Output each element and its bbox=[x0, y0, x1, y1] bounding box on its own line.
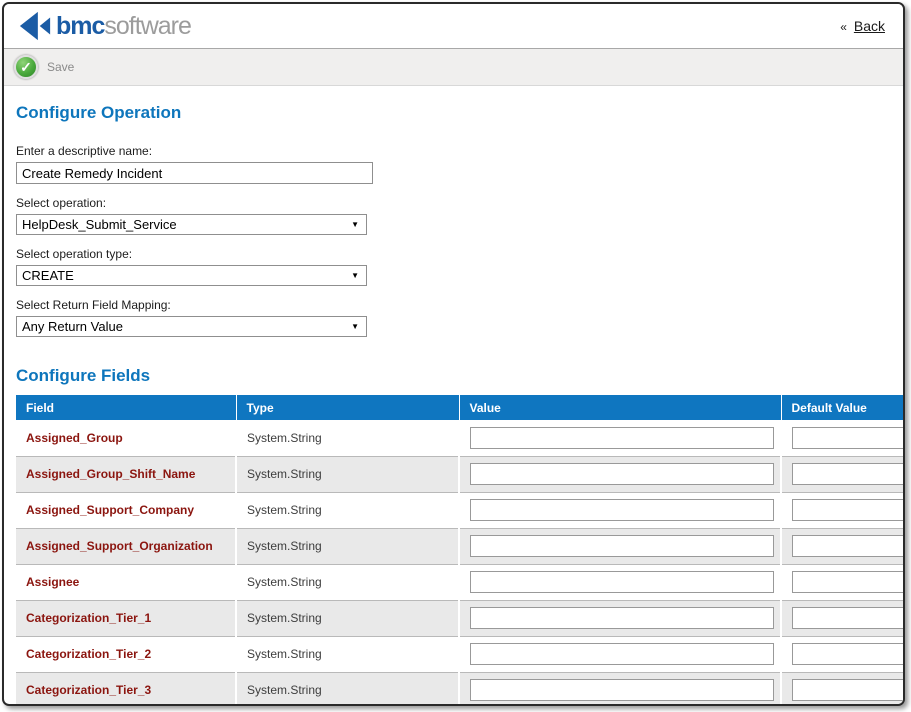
value-input[interactable] bbox=[470, 643, 774, 665]
select-operation-value: HelpDesk_Submit_Service bbox=[22, 217, 177, 232]
select-operation-type-dropdown[interactable]: CREATE ▼ bbox=[16, 265, 367, 286]
descriptive-name-label: Enter a descriptive name: bbox=[16, 144, 903, 158]
field-type: System.String bbox=[236, 672, 459, 706]
save-button-label: Save bbox=[47, 60, 74, 74]
default-value-input[interactable] bbox=[792, 607, 905, 629]
field-name: Categorization_Tier_2 bbox=[16, 636, 236, 672]
field-type: System.String bbox=[236, 564, 459, 600]
bmc-logo: bmcsoftware bbox=[18, 9, 191, 43]
return-field-mapping-group: Select Return Field Mapping: Any Return … bbox=[16, 298, 903, 337]
back-link[interactable]: Back bbox=[854, 18, 885, 34]
default-value-input[interactable] bbox=[792, 679, 905, 701]
field-name: Assignee bbox=[16, 564, 236, 600]
return-field-mapping-label: Select Return Field Mapping: bbox=[16, 298, 903, 312]
table-header-row: Field Type Value Default Value bbox=[16, 395, 905, 420]
select-operation-type-value: CREATE bbox=[22, 268, 74, 283]
page-content: Configure Operation Enter a descriptive … bbox=[4, 103, 903, 706]
table-row: Assigned_Support_Company System.String bbox=[16, 492, 905, 528]
default-value-input[interactable] bbox=[792, 499, 905, 521]
column-header-value: Value bbox=[459, 395, 781, 420]
back-nav: « Back bbox=[840, 18, 885, 34]
toolbar: ✓ Save bbox=[4, 48, 903, 86]
value-input[interactable] bbox=[470, 607, 774, 629]
value-input[interactable] bbox=[470, 679, 774, 701]
select-operation-label: Select operation: bbox=[16, 196, 903, 210]
save-check-icon: ✓ bbox=[14, 55, 38, 79]
field-type: System.String bbox=[236, 528, 459, 564]
configure-fields-table: Field Type Value Default Value Assigned_… bbox=[16, 395, 905, 706]
select-operation-dropdown[interactable]: HelpDesk_Submit_Service ▼ bbox=[16, 214, 367, 235]
value-input[interactable] bbox=[470, 463, 774, 485]
field-name: Assigned_Group_Shift_Name bbox=[16, 456, 236, 492]
field-type: System.String bbox=[236, 492, 459, 528]
table-row: Assignee System.String bbox=[16, 564, 905, 600]
brand-name-bold: bmc bbox=[56, 12, 104, 41]
column-header-field: Field bbox=[16, 395, 236, 420]
bmc-chevron-icon bbox=[18, 9, 52, 43]
field-name: Assigned_Support_Organization bbox=[16, 528, 236, 564]
return-field-mapping-dropdown[interactable]: Any Return Value ▼ bbox=[16, 316, 367, 337]
app-header: bmcsoftware « Back bbox=[4, 4, 903, 48]
save-button[interactable]: ✓ Save bbox=[14, 55, 74, 79]
table-row: Categorization_Tier_1 System.String bbox=[16, 600, 905, 636]
default-value-input[interactable] bbox=[792, 571, 905, 593]
field-name: Categorization_Tier_1 bbox=[16, 600, 236, 636]
field-type: System.String bbox=[236, 456, 459, 492]
field-type: System.String bbox=[236, 600, 459, 636]
default-value-input[interactable] bbox=[792, 463, 905, 485]
back-chevron-icon: « bbox=[840, 20, 847, 34]
value-input[interactable] bbox=[470, 499, 774, 521]
value-input[interactable] bbox=[470, 571, 774, 593]
table-row: Assigned_Support_Organization System.Str… bbox=[16, 528, 905, 564]
table-row: Assigned_Group System.String bbox=[16, 420, 905, 456]
field-type: System.String bbox=[236, 420, 459, 456]
select-operation-type-label: Select operation type: bbox=[16, 247, 903, 261]
value-input[interactable] bbox=[470, 535, 774, 557]
configure-operation-title: Configure Operation bbox=[16, 103, 903, 123]
value-input[interactable] bbox=[470, 427, 774, 449]
field-type: System.String bbox=[236, 636, 459, 672]
brand-name-light: software bbox=[104, 12, 190, 41]
window-frame: bmcsoftware « Back ✓ Save Configure Opera… bbox=[2, 2, 905, 706]
descriptive-name-group: Enter a descriptive name: bbox=[16, 144, 903, 184]
field-name: Categorization_Tier_3 bbox=[16, 672, 236, 706]
descriptive-name-input[interactable] bbox=[16, 162, 373, 184]
default-value-input[interactable] bbox=[792, 643, 905, 665]
table-row: Assigned_Group_Shift_Name System.String bbox=[16, 456, 905, 492]
default-value-input[interactable] bbox=[792, 535, 905, 557]
column-header-type: Type bbox=[236, 395, 459, 420]
column-header-default: Default Value bbox=[781, 395, 905, 420]
dropdown-arrow-icon: ▼ bbox=[351, 221, 359, 229]
default-value-input[interactable] bbox=[792, 427, 905, 449]
select-operation-type-group: Select operation type: CREATE ▼ bbox=[16, 247, 903, 286]
select-operation-group: Select operation: HelpDesk_Submit_Servic… bbox=[16, 196, 903, 235]
table-row: Categorization_Tier_3 System.String bbox=[16, 672, 905, 706]
dropdown-arrow-icon: ▼ bbox=[351, 323, 359, 331]
configure-fields-title: Configure Fields bbox=[16, 366, 903, 386]
field-name: Assigned_Support_Company bbox=[16, 492, 236, 528]
table-row: Categorization_Tier_2 System.String bbox=[16, 636, 905, 672]
return-field-mapping-value: Any Return Value bbox=[22, 319, 123, 334]
dropdown-arrow-icon: ▼ bbox=[351, 272, 359, 280]
field-name: Assigned_Group bbox=[16, 420, 236, 456]
